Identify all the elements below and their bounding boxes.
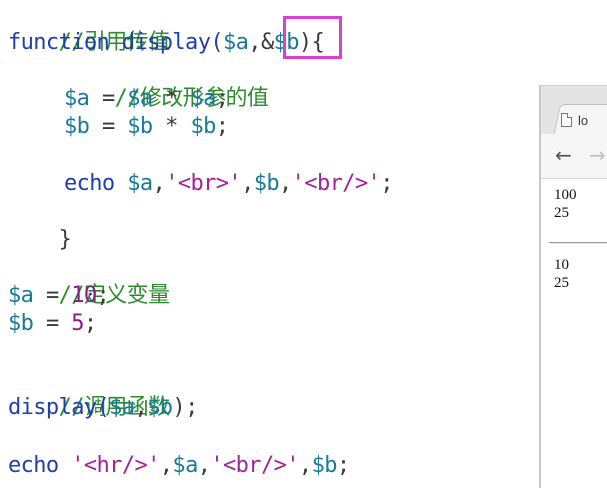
code-variable: $b: [8, 311, 34, 336]
code-punct: ,: [152, 171, 166, 196]
code-variable: $a: [64, 86, 90, 111]
page-viewport: 100 25 10 25: [541, 179, 607, 488]
code-variable: $b: [127, 114, 153, 139]
code-punct: ,: [248, 30, 261, 55]
code-editor: //引用传值 function display($a,&$b){ //修改形参的…: [0, 0, 607, 488]
code-keyword: echo: [64, 171, 128, 196]
code-number: 5: [71, 311, 84, 336]
code-variable: $a: [8, 283, 34, 308]
code-line: $b = $b * $b;: [64, 113, 229, 141]
browser-toolbar: ← →: [541, 134, 607, 179]
code-punct: ,: [279, 171, 292, 196]
code-operator: =: [89, 86, 128, 111]
code-operator: =: [89, 114, 128, 139]
code-punct: ,: [134, 395, 148, 420]
code-line: //调用函数: [8, 366, 170, 420]
code-line: }: [8, 198, 72, 252]
code-line: //引用传值: [8, 1, 170, 55]
code-operator: *: [152, 114, 191, 139]
code-string: '<br>': [165, 171, 242, 196]
horizontal-rule: [549, 242, 607, 244]
code-punct: ;: [380, 171, 393, 196]
forward-arrow-icon[interactable]: →: [589, 144, 606, 166]
output-line: 10: [554, 257, 569, 273]
code-line: $a = 10;: [8, 282, 110, 310]
output-line: 25: [554, 205, 569, 221]
code-string: '<br/>': [291, 171, 381, 196]
code-function-name: display(: [8, 395, 110, 420]
code-variable: $a: [127, 86, 153, 111]
code-variable: $b: [190, 114, 216, 139]
browser-window: lo ← → 100 25 10 25: [539, 85, 607, 488]
code-keyword: function: [8, 30, 110, 55]
tab-strip: lo: [541, 86, 607, 137]
code-line: $b = 5;: [8, 310, 97, 338]
code-line: //修改形参的值: [64, 57, 269, 111]
back-arrow-icon[interactable]: ←: [555, 144, 572, 166]
code-string: '<hr/>': [71, 453, 160, 478]
code-punct: ,: [241, 171, 254, 196]
code-punct: ;: [215, 86, 229, 111]
output-line: 100: [554, 187, 577, 203]
reference-highlight-box: [283, 16, 342, 59]
code-string: '<br/>': [210, 453, 299, 478]
code-punct: ;: [96, 283, 110, 308]
code-variable: $a: [190, 86, 216, 111]
code-variable: $a: [109, 395, 135, 420]
code-keyword: echo: [8, 453, 72, 478]
code-punct: ,: [159, 453, 173, 478]
code-number: 10: [71, 283, 97, 308]
code-punct: ;: [83, 311, 97, 336]
output-line: 25: [554, 275, 569, 291]
code-variable: $b: [64, 114, 90, 139]
code-punct: );: [172, 395, 198, 420]
code-variable: $a: [127, 171, 153, 196]
code-variable: $b: [147, 395, 173, 420]
code-line: function display($a,&$b){: [8, 29, 325, 57]
code-punct: ,: [197, 453, 211, 478]
code-punct: ,: [298, 453, 312, 478]
code-ampersand: &: [260, 30, 274, 55]
code-line: $a = $a * $a;: [64, 85, 229, 113]
code-operator: =: [33, 283, 72, 308]
code-line: echo '<hr/>',$a,'<br/>',$b;: [8, 452, 350, 480]
code-operator: *: [152, 86, 191, 111]
code-variable: $b: [311, 453, 338, 478]
code-variable: $a: [172, 453, 198, 478]
code-punct: ;: [336, 453, 350, 478]
code-line: echo $a,'<br>',$b,'<br/>';: [64, 170, 393, 198]
tab-title: lo: [578, 112, 589, 128]
code-brace: }: [58, 227, 72, 252]
code-line: display($a,$b);: [8, 394, 198, 422]
code-variable: $b: [253, 171, 280, 196]
code-operator: =: [33, 311, 72, 336]
code-line: //定义变量: [8, 254, 170, 308]
code-function-name: display(: [109, 30, 224, 55]
code-punct: ;: [215, 114, 229, 139]
code-variable: $a: [222, 30, 249, 55]
browser-tab-content[interactable]: lo: [561, 108, 588, 132]
document-icon: [561, 113, 572, 127]
